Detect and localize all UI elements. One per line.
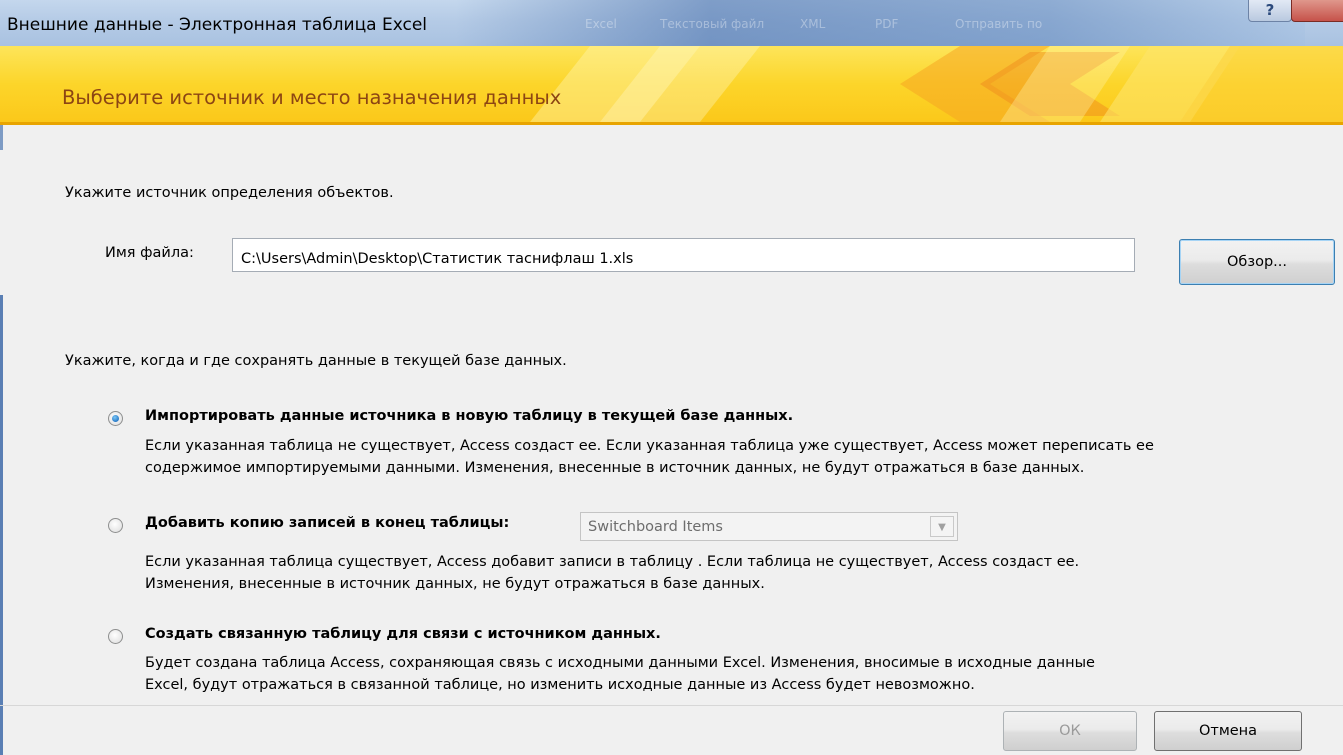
ribbon-item: PDF bbox=[875, 17, 899, 31]
ribbon-item: Текстовый файл bbox=[660, 17, 765, 31]
source-prompt: Укажите источник определения объектов. bbox=[65, 185, 394, 201]
left-edge-accent bbox=[0, 125, 3, 150]
banner-divider bbox=[0, 122, 1343, 125]
destination-prompt: Укажите, когда и где сохранять данные в … bbox=[65, 353, 567, 369]
close-button[interactable] bbox=[1291, 0, 1343, 22]
ribbon-item: XML bbox=[800, 17, 826, 31]
ribbon-item: Отправить по bbox=[955, 17, 1043, 31]
footer-divider bbox=[0, 705, 1343, 706]
banner-arrows-decoration bbox=[530, 46, 1343, 122]
target-table-value: Switchboard Items bbox=[588, 519, 723, 535]
title-bar: Excel Текстовый файл XML PDF Отправить п… bbox=[0, 0, 1343, 46]
link-option-label[interactable]: Создать связанную таблицу для связи с ис… bbox=[145, 626, 661, 642]
import-option-radio[interactable] bbox=[108, 411, 123, 426]
help-button[interactable]: ? bbox=[1248, 0, 1292, 22]
link-option-radio[interactable] bbox=[108, 629, 123, 644]
background-ribbon: Excel Текстовый файл XML PDF Отправить п… bbox=[455, 0, 1305, 46]
ribbon-item: Excel bbox=[585, 17, 617, 31]
page-heading: Выберите источник и место назначения дан… bbox=[62, 86, 562, 109]
file-name-input[interactable] bbox=[232, 238, 1135, 272]
ok-button[interactable]: ОК bbox=[1003, 711, 1137, 751]
help-icon: ? bbox=[1265, 1, 1275, 19]
file-name-label: Имя файла: bbox=[105, 245, 194, 261]
append-option-description: Если указанная таблица существует, Acces… bbox=[145, 554, 1080, 570]
import-option-description: содержимое импортируемыми данными. Измен… bbox=[145, 460, 1085, 476]
window-title: Внешние данные - Электронная таблица Exc… bbox=[7, 15, 428, 35]
target-table-combo: Switchboard Items ▼ bbox=[580, 512, 958, 541]
import-option-description: Если указанная таблица не существует, Ac… bbox=[145, 438, 1154, 454]
link-option-description: Excel, будут отражаться в связанной табл… bbox=[145, 677, 975, 693]
append-option-radio[interactable] bbox=[108, 518, 123, 533]
import-option-label[interactable]: Импортировать данные источника в новую т… bbox=[145, 408, 793, 424]
append-option-label[interactable]: Добавить копию записей в конец таблицы: bbox=[145, 515, 509, 531]
link-option-description: Будет создана таблица Access, сохраняюща… bbox=[145, 655, 1095, 671]
append-option-description: Изменения, внесенные в источник данных, … bbox=[145, 576, 765, 592]
browse-button[interactable]: Обзор... bbox=[1179, 239, 1335, 285]
left-edge-accent bbox=[0, 295, 3, 755]
header-banner: Выберите источник и место назначения дан… bbox=[0, 46, 1343, 122]
chevron-down-icon: ▼ bbox=[930, 516, 954, 537]
cancel-button[interactable]: Отмена bbox=[1154, 711, 1302, 751]
